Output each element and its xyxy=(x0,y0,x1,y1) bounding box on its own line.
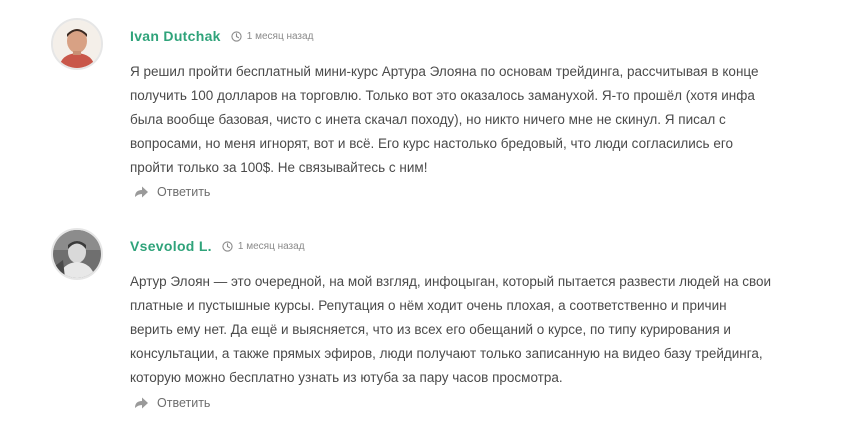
reply-button[interactable]: Ответить xyxy=(133,396,210,410)
user-avatar-photo xyxy=(53,20,101,68)
comment-line: вопросами, но меня игнорят, вот и всё. Е… xyxy=(130,136,733,151)
time-label: 1 месяц назад xyxy=(237,240,305,252)
reply-button[interactable]: Ответить xyxy=(133,185,210,199)
avatar[interactable] xyxy=(51,18,103,70)
reply-label: Ответить xyxy=(157,185,211,199)
user-avatar-photo xyxy=(53,230,101,278)
comment-header: Vsevolod L. 1 месяц назад xyxy=(130,235,305,257)
comment-text: Я решил пройти бесплатный мини-курс Арту… xyxy=(130,60,820,180)
comment-time: 1 месяц назад xyxy=(231,30,314,42)
time-label: 1 месяц назад xyxy=(246,30,314,42)
comment-line: консультации, а также прямых эфиров, люд… xyxy=(130,346,763,361)
comment-line: платные и пустышные курсы. Репутация о н… xyxy=(130,298,727,313)
comment-line: Я решил пройти бесплатный мини-курс Арту… xyxy=(130,64,759,79)
comment-line: верить ему нет. Да ещё и выясняется, что… xyxy=(130,322,731,337)
comment-header: Ivan Dutchak 1 месяц назад xyxy=(130,25,313,47)
comment-line: которую можно бесплатно узнать из ютуба … xyxy=(130,370,563,385)
comment-line: была вообще базовая, чисто с инета скача… xyxy=(130,112,726,127)
author-name[interactable]: Ivan Dutchak xyxy=(130,28,221,44)
comment-time: 1 месяц назад xyxy=(222,241,305,252)
clock-icon xyxy=(222,240,233,252)
avatar[interactable] xyxy=(51,228,103,280)
comment-line: получить 100 долларов на торговлю. Тольк… xyxy=(130,88,755,103)
reply-label: Ответить xyxy=(157,396,211,410)
comment-line: пройти только за 100$. Не связывайтесь с… xyxy=(130,160,428,175)
author-name[interactable]: Vsevolod L. xyxy=(130,238,212,254)
reply-arrow-icon xyxy=(135,397,148,409)
clock-icon xyxy=(231,30,242,42)
reply-arrow-icon xyxy=(135,186,148,198)
comment-text: Артур Элоян — это очередной, на мой взгл… xyxy=(130,270,820,390)
comment-line: Артур Элоян — это очередной, на мой взгл… xyxy=(130,274,772,289)
